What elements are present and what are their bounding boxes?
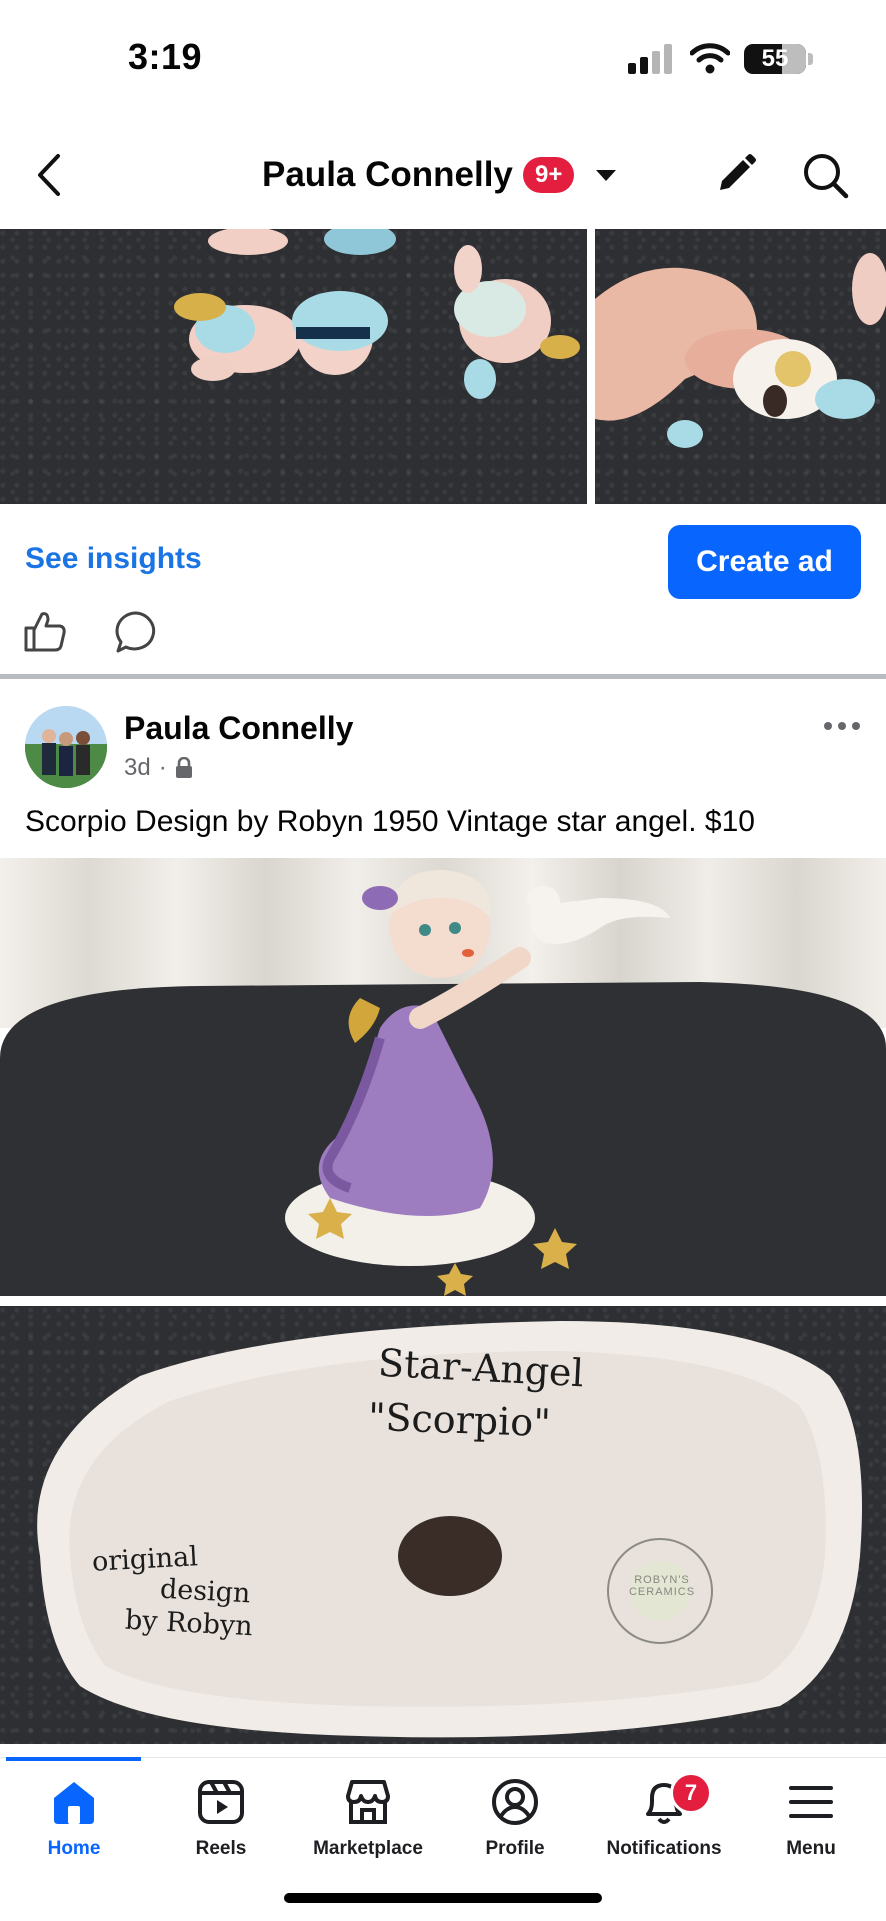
post-text: Scorpio Design by Robyn 1950 Vintage sta… xyxy=(25,805,755,838)
reels-icon xyxy=(195,1776,247,1828)
post-age[interactable]: 3d xyxy=(124,754,151,782)
battery-icon: 55 xyxy=(744,44,806,74)
page-title[interactable]: Paula Connelly xyxy=(262,155,513,195)
battery-tip xyxy=(808,53,813,65)
previous-post-photo-1[interactable] xyxy=(0,229,587,504)
post-meta: 3d · xyxy=(124,754,193,782)
cellular-signal-icon xyxy=(628,44,674,74)
previous-post-photo-2[interactable] xyxy=(595,229,886,504)
post-divider xyxy=(0,674,886,679)
like-button[interactable] xyxy=(22,608,68,654)
create-ad-button[interactable]: Create ad xyxy=(668,525,861,599)
home-indicator xyxy=(284,1893,602,1903)
tab-reels-label: Reels xyxy=(195,1838,247,1859)
star-angel-figurine-image xyxy=(0,858,886,1296)
marketplace-icon xyxy=(342,1776,394,1828)
edit-pencil-button[interactable] xyxy=(712,150,760,198)
tab-profile-label: Profile xyxy=(485,1838,545,1859)
post-photo-1[interactable] xyxy=(0,858,886,1296)
tab-home-label: Home xyxy=(47,1838,101,1859)
ceramics-stamp: ROBYN'S CERAMICS xyxy=(628,1574,696,1598)
tab-notifications-label: Notifications xyxy=(606,1838,722,1859)
figurine-underside-image xyxy=(595,253,886,448)
inscription-left-1: original xyxy=(91,1541,199,1578)
inscription-left-2: design xyxy=(159,1573,252,1610)
menu-icon xyxy=(785,1776,837,1828)
avatar[interactable] xyxy=(25,706,107,788)
header-notification-badge: 9+ xyxy=(523,157,575,193)
status-time: 3:19 xyxy=(128,36,203,77)
lock-icon xyxy=(175,757,192,778)
profile-icon xyxy=(489,1776,541,1828)
post-photo-2[interactable]: Star-Angel "Scorpio" original design by … xyxy=(0,1306,886,1744)
back-button[interactable] xyxy=(30,150,70,200)
avatar-photo xyxy=(25,706,107,788)
meta-separator: · xyxy=(158,754,167,781)
tab-home[interactable]: Home xyxy=(0,1776,148,1860)
inscription-line-2: "Scorpio" xyxy=(367,1394,552,1446)
post-author-name[interactable]: Paula Connelly xyxy=(124,710,353,747)
battery-level: 55 xyxy=(761,45,789,72)
tab-marketplace[interactable]: Marketplace xyxy=(294,1776,442,1860)
tab-notifications[interactable]: Notifications xyxy=(590,1776,738,1860)
notifications-badge: 7 xyxy=(670,1772,712,1814)
home-icon xyxy=(48,1776,100,1828)
sailor-figurines-image xyxy=(174,229,580,399)
inscription-left-3: by Robyn xyxy=(124,1604,254,1643)
chevron-down-icon[interactable] xyxy=(596,170,616,181)
tab-menu-label: Menu xyxy=(786,1838,836,1859)
tab-reels[interactable]: Reels xyxy=(147,1776,295,1860)
search-button[interactable] xyxy=(800,150,850,200)
tab-menu[interactable]: Menu xyxy=(737,1776,885,1860)
wifi-icon xyxy=(690,43,730,74)
see-insights-link[interactable]: See insights xyxy=(25,542,202,576)
active-tab-indicator xyxy=(6,1757,141,1761)
comment-button[interactable] xyxy=(114,610,158,654)
more-options-button[interactable] xyxy=(822,712,862,742)
tab-profile[interactable]: Profile xyxy=(441,1776,589,1860)
tab-marketplace-label: Marketplace xyxy=(313,1838,423,1859)
